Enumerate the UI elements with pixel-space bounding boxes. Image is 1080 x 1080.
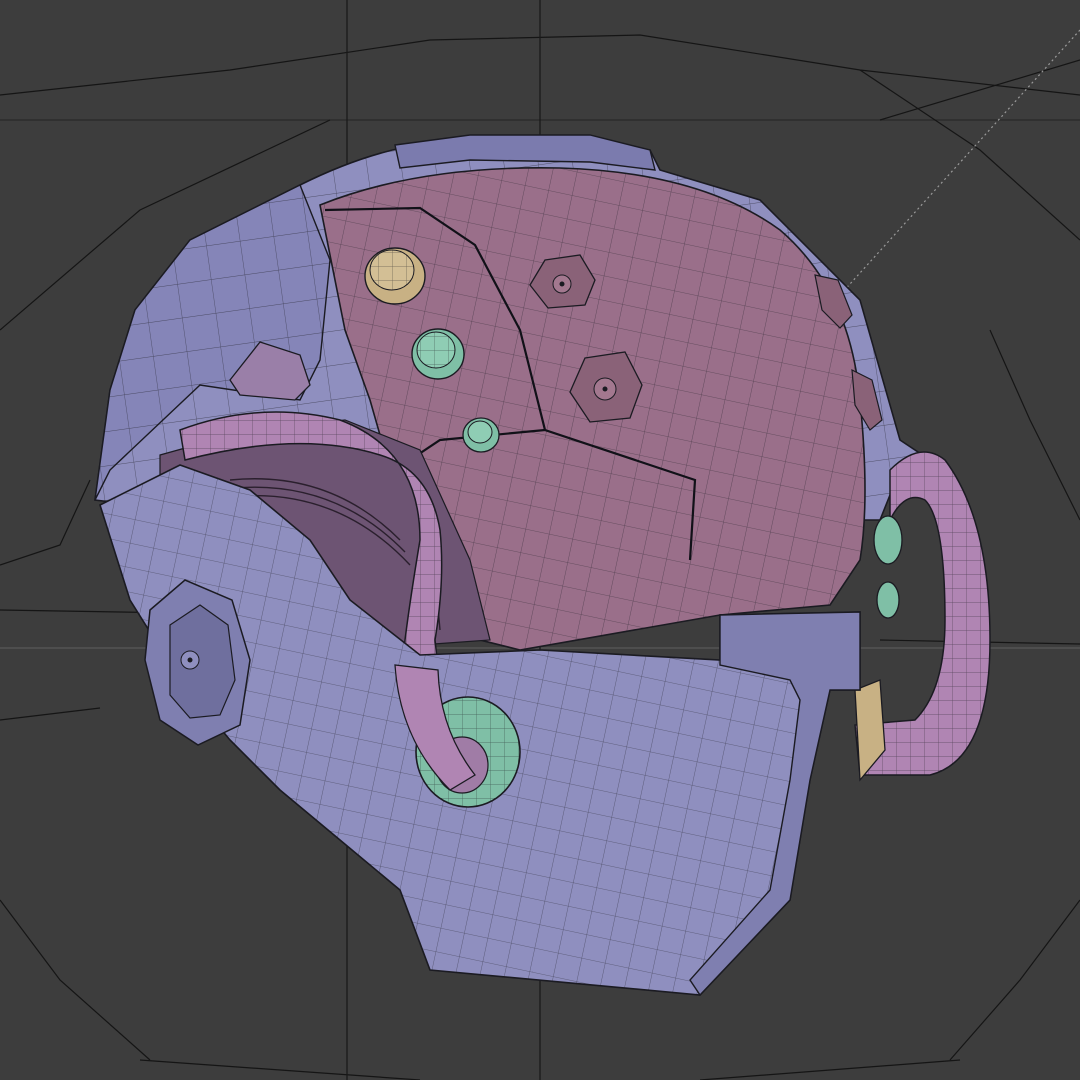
green-port-small[interactable] xyxy=(462,417,500,453)
3d-viewport[interactable] xyxy=(0,0,1080,1080)
viewport-canvas[interactable] xyxy=(0,0,1080,1080)
green-port-mid[interactable] xyxy=(411,328,465,380)
green-port-right-lower[interactable] xyxy=(876,581,900,619)
tan-port-top[interactable] xyxy=(364,247,426,305)
green-port-right-upper[interactable] xyxy=(873,515,903,565)
